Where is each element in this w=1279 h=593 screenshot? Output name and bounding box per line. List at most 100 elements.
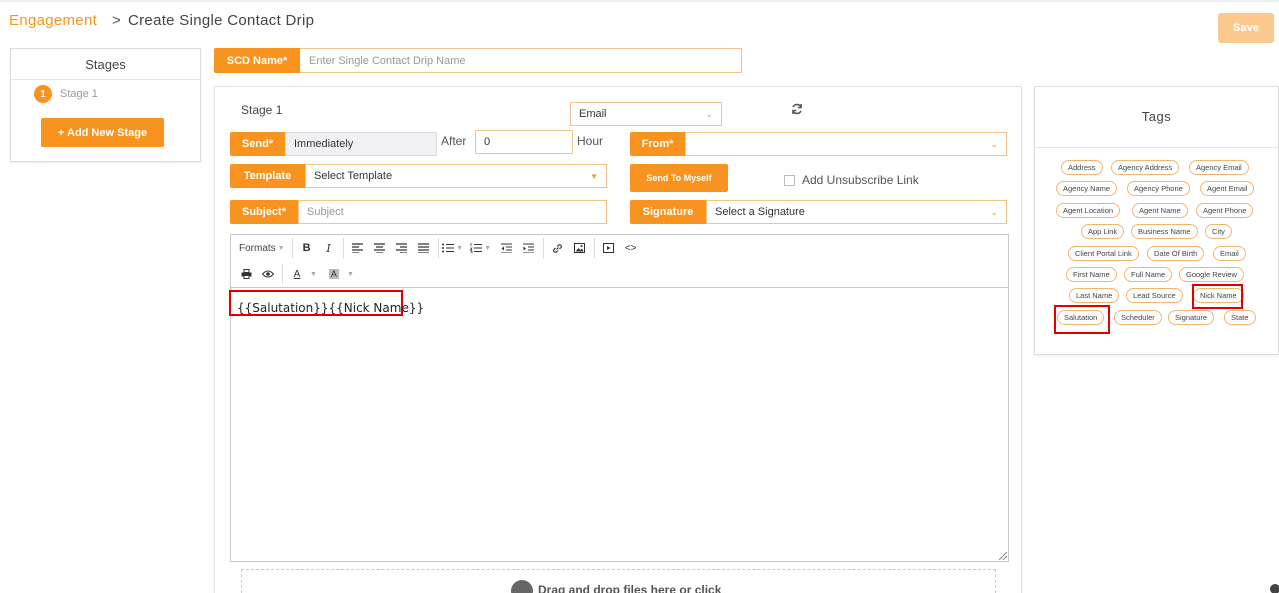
- template-label: Template: [230, 164, 305, 188]
- toolbar-separator: [291, 238, 293, 258]
- tags-panel: Tags Address Agency Address Agency Email…: [1034, 86, 1279, 355]
- tag-business-name[interactable]: Business Name: [1131, 224, 1198, 239]
- indent-icon[interactable]: [518, 238, 540, 258]
- subject-input[interactable]: Subject: [298, 200, 607, 224]
- source-code-icon[interactable]: <>: [620, 238, 642, 258]
- background-color-icon[interactable]: A: [323, 264, 345, 284]
- tag-agent-email[interactable]: Agent Email: [1200, 181, 1255, 196]
- caret-down-icon: ▼: [484, 244, 492, 252]
- tag-app-link[interactable]: App Link: [1081, 224, 1125, 239]
- tag-lead-source[interactable]: Lead Source: [1126, 288, 1183, 303]
- divider: [11, 79, 200, 80]
- subject-label: Subject*: [230, 200, 298, 224]
- toolbar-row-1: Formats ▼ B I ▼ ▼ <>: [235, 236, 642, 260]
- align-center-icon[interactable]: [369, 238, 391, 258]
- from-label: From*: [630, 132, 685, 156]
- toolbar-separator: [593, 238, 595, 258]
- add-new-stage-button[interactable]: + Add New Stage: [41, 118, 164, 147]
- stages-panel: Stages 1 Stage 1 + Add New Stage: [10, 48, 201, 162]
- refresh-icon[interactable]: [790, 102, 804, 116]
- stage-title: Stage 1: [241, 103, 283, 117]
- tag-google-review[interactable]: Google Review: [1179, 267, 1244, 282]
- editor-toolbar: Formats ▼ B I ▼ ▼ <> A ▼ A ▼: [231, 235, 1008, 288]
- link-icon[interactable]: [547, 238, 569, 258]
- upload-icon: [511, 580, 533, 593]
- tag-agency-address[interactable]: Agency Address: [1111, 160, 1180, 175]
- tag-agent-name[interactable]: Agent Name: [1132, 203, 1188, 218]
- text-color-icon[interactable]: A: [286, 264, 308, 284]
- stage-number-badge[interactable]: 1: [34, 85, 52, 103]
- save-button[interactable]: Save: [1218, 13, 1274, 43]
- signature-select[interactable]: Select a Signature ⌄: [706, 200, 1007, 224]
- channel-select[interactable]: Email ⌄: [570, 102, 722, 126]
- caret-down-icon: ▼: [590, 172, 598, 181]
- highlight-box: [1054, 305, 1110, 334]
- tag-agent-location[interactable]: Agent Location: [1056, 203, 1121, 218]
- print-icon[interactable]: [235, 264, 257, 284]
- tag-full-name[interactable]: Full Name: [1124, 267, 1173, 282]
- tag-address[interactable]: Address: [1061, 160, 1103, 175]
- from-select[interactable]: ⌄: [685, 132, 1007, 156]
- tag-signature[interactable]: Signature: [1168, 310, 1215, 325]
- send-timing-field[interactable]: Immediately: [285, 132, 437, 156]
- toolbar-row-2: A ▼ A ▼: [235, 262, 354, 286]
- send-label: Send*: [230, 132, 285, 156]
- outdent-icon[interactable]: [496, 238, 518, 258]
- chat-widget-icon[interactable]: [1270, 584, 1279, 593]
- editor-content[interactable]: {{Salutation}}{{Nick Name}}: [237, 301, 424, 315]
- align-right-icon[interactable]: [391, 238, 413, 258]
- signature-label: Signature: [630, 200, 706, 224]
- media-icon[interactable]: [598, 238, 620, 258]
- caret-down-icon: ▼: [456, 244, 464, 252]
- file-dropzone[interactable]: Drag and drop files here or click: [241, 569, 996, 593]
- tag-email[interactable]: Email: [1213, 246, 1246, 261]
- tag-scheduler[interactable]: Scheduler: [1114, 310, 1162, 325]
- unsubscribe-label: Add Unsubscribe Link: [802, 173, 919, 187]
- chevron-down-icon: ⌄: [705, 109, 713, 119]
- tag-date-of-birth[interactable]: Date Of Birth: [1147, 246, 1205, 261]
- chevron-down-icon: ⌄: [990, 139, 998, 149]
- bold-button[interactable]: B: [296, 238, 318, 258]
- unsubscribe-checkbox[interactable]: [784, 175, 795, 186]
- preview-eye-icon[interactable]: [257, 264, 279, 284]
- resize-handle-icon[interactable]: [999, 552, 1007, 560]
- after-hours-input[interactable]: 0: [475, 130, 573, 154]
- rich-text-editor[interactable]: Formats ▼ B I ▼ ▼ <> A ▼ A ▼ {{Salutatio…: [229, 234, 1009, 562]
- channel-select-value: Email: [579, 108, 607, 120]
- tag-agency-name[interactable]: Agency Name: [1056, 181, 1118, 196]
- scd-name-input[interactable]: Enter Single Contact Drip Name: [300, 48, 742, 73]
- tag-client-portal-link[interactable]: Client Portal Link: [1068, 246, 1139, 261]
- tag-agency-email[interactable]: Agency Email: [1189, 160, 1249, 175]
- tag-agent-phone[interactable]: Agent Phone: [1196, 203, 1254, 218]
- tags-title: Tags: [1141, 109, 1172, 124]
- dropzone-text: Drag and drop files here or click: [538, 583, 722, 593]
- italic-button[interactable]: I: [318, 238, 340, 258]
- toolbar-separator: [282, 264, 283, 284]
- stage-item-label[interactable]: Stage 1: [60, 88, 98, 100]
- tag-agency-phone[interactable]: Agency Phone: [1127, 181, 1190, 196]
- breadcrumb-separator: >: [112, 12, 121, 29]
- caret-down-icon: ▼: [310, 270, 317, 278]
- caret-down-icon: ▼: [277, 244, 285, 252]
- toolbar-separator: [542, 238, 544, 258]
- align-left-icon[interactable]: [347, 238, 369, 258]
- align-justify-icon[interactable]: [413, 238, 435, 258]
- image-icon[interactable]: [569, 238, 591, 258]
- signature-select-value: Select a Signature: [715, 206, 805, 218]
- breadcrumb-engagement-link[interactable]: Engagement: [9, 12, 97, 29]
- tag-first-name[interactable]: First Name: [1066, 267, 1117, 282]
- toolbar-separator: [342, 238, 344, 258]
- chevron-down-icon: ⌄: [990, 207, 998, 217]
- toolbar-separator: [437, 238, 439, 258]
- divider: [1035, 147, 1278, 148]
- tag-last-name[interactable]: Last Name: [1069, 288, 1120, 303]
- formats-dropdown[interactable]: Formats ▼: [235, 238, 289, 258]
- tag-state[interactable]: State: [1224, 310, 1256, 325]
- template-select[interactable]: Select Template ▼: [305, 164, 607, 188]
- send-to-myself-button[interactable]: Send To Myself: [630, 164, 728, 192]
- bullet-list-icon[interactable]: ▼: [442, 238, 464, 258]
- numbered-list-icon[interactable]: ▼: [470, 238, 492, 258]
- tag-city[interactable]: City: [1205, 224, 1232, 239]
- after-label: After: [441, 134, 467, 148]
- scd-name-label: SCD Name*: [214, 48, 300, 73]
